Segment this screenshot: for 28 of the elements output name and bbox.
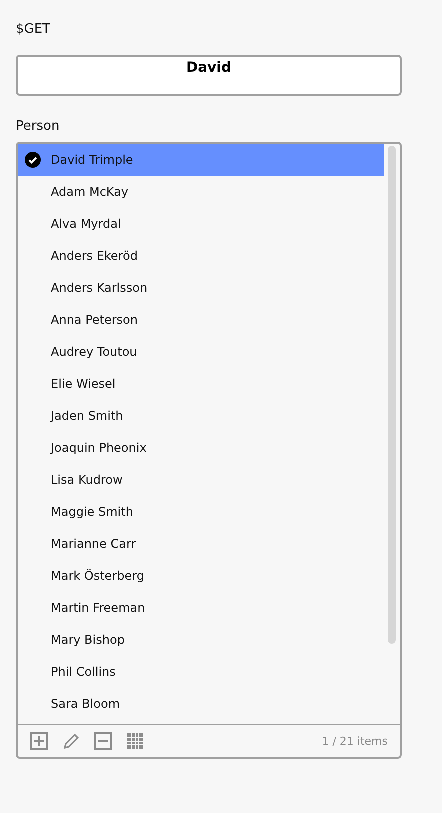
list-item[interactable]: David Trimple bbox=[18, 144, 384, 176]
list-item[interactable]: Mary Bishop bbox=[18, 624, 384, 656]
scrollbar[interactable] bbox=[388, 146, 396, 644]
list-item[interactable]: Mark Österberg bbox=[18, 560, 384, 592]
remove-icon[interactable] bbox=[94, 732, 112, 750]
list-item[interactable]: Sara Bloom bbox=[18, 688, 384, 720]
input-field[interactable]: David bbox=[16, 55, 402, 96]
check-icon bbox=[25, 152, 41, 168]
list-item[interactable]: Phil Collins bbox=[18, 656, 384, 688]
list-item[interactable]: Anna Peterson bbox=[18, 304, 384, 336]
list-item[interactable]: Martin Freeman bbox=[18, 592, 384, 624]
list-item[interactable]: Anders Karlsson bbox=[18, 272, 384, 304]
list-item[interactable]: Lisa Kudrow bbox=[18, 464, 384, 496]
list-item[interactable]: Joaquin Pheonix bbox=[18, 432, 384, 464]
list-label: Person bbox=[16, 119, 61, 136]
list-item[interactable]: Elie Wiesel bbox=[18, 368, 384, 400]
list-item[interactable]: Jaden Smith bbox=[18, 400, 384, 432]
list-item[interactable]: Audrey Toutou bbox=[18, 336, 384, 368]
add-icon[interactable] bbox=[30, 732, 48, 750]
field-label: $GET bbox=[16, 22, 52, 39]
list-item[interactable]: Adam McKay bbox=[18, 176, 384, 208]
item-count: 1 / 21 items bbox=[322, 734, 388, 748]
list-item[interactable]: Anders Ekeröd bbox=[18, 240, 384, 272]
list-item[interactable]: Marianne Carr bbox=[18, 528, 384, 560]
grid-icon[interactable] bbox=[126, 732, 144, 750]
list-item[interactable]: Maggie Smith bbox=[18, 496, 384, 528]
list-item[interactable]: Alva Myrdal bbox=[18, 208, 384, 240]
edit-icon[interactable] bbox=[62, 732, 80, 750]
